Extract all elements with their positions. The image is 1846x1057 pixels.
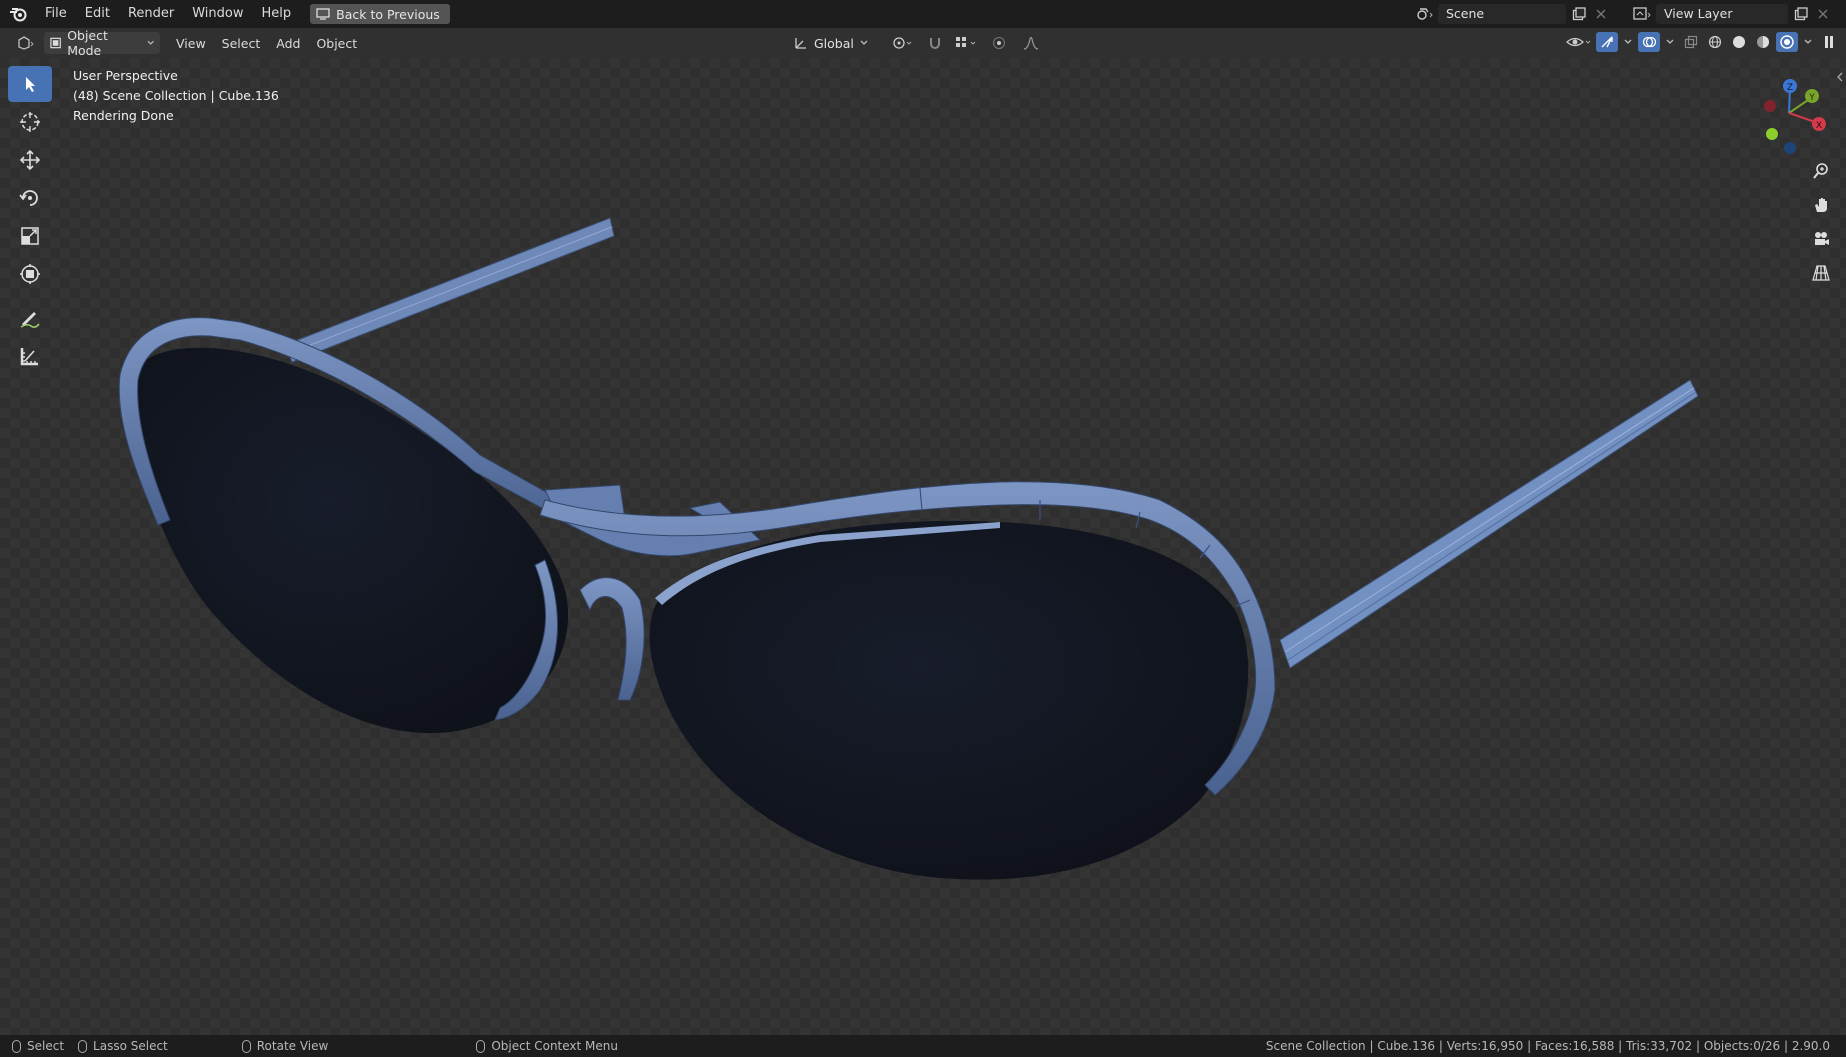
- cursor-icon: [20, 112, 40, 132]
- tool-shelf: [8, 66, 54, 376]
- chevron-down-icon: [147, 40, 154, 45]
- material-preview-icon[interactable]: [1752, 32, 1774, 52]
- solid-shading-icon[interactable]: [1728, 32, 1750, 52]
- status-bar: Select Lasso Select Rotate View Object C…: [0, 1035, 1846, 1057]
- mouse-left-icon: [12, 1039, 21, 1053]
- measure-icon: [20, 348, 38, 366]
- snap-toggle-icon[interactable]: [922, 33, 948, 53]
- object-mode-label: Object Mode: [67, 28, 108, 58]
- mouse-right-icon: [476, 1039, 486, 1053]
- editor-type-dropdown[interactable]: [10, 32, 40, 54]
- blender-logo-icon[interactable]: [0, 0, 36, 28]
- scale-tool[interactable]: [8, 218, 52, 254]
- pause-render-icon[interactable]: [1818, 32, 1840, 52]
- status-select: Select: [12, 1039, 64, 1053]
- pivot-point-icon[interactable]: [890, 33, 916, 53]
- annotate-tool[interactable]: [8, 300, 52, 336]
- gizmo-toggle-icon[interactable]: [1596, 32, 1618, 52]
- viewport-header: Object Mode View Select Add Object Globa…: [0, 28, 1846, 58]
- status-rotate: Rotate View: [241, 1039, 329, 1053]
- viewport-info: User Perspective (48) Scene Collection |…: [73, 66, 279, 126]
- wireframe-shading-icon[interactable]: [1704, 32, 1726, 52]
- scene-name-field[interactable]: Scene: [1438, 4, 1566, 24]
- annotate-icon: [20, 312, 40, 328]
- chevron-down-icon[interactable]: [1620, 32, 1636, 52]
- status-lasso-label: Lasso Select: [93, 1039, 168, 1053]
- chevron-down-icon: [860, 40, 868, 45]
- measure-tool[interactable]: [8, 338, 52, 374]
- select-box-icon: [26, 77, 35, 92]
- rendered-shading-icon[interactable]: [1776, 32, 1798, 52]
- move-tool[interactable]: [8, 142, 52, 178]
- delete-scene-icon[interactable]: [1592, 4, 1610, 24]
- menu-help[interactable]: Help: [253, 0, 301, 28]
- status-context-label: Object Context Menu: [491, 1039, 618, 1053]
- back-to-previous-label: Back to Previous: [336, 6, 440, 22]
- transform-orientation-dropdown[interactable]: Global: [788, 32, 884, 54]
- menu-file[interactable]: File: [36, 0, 76, 28]
- header-menu-view[interactable]: View: [168, 36, 214, 51]
- scene-selector: Scene: [1412, 3, 1610, 25]
- navigation-gizmo[interactable]: Z Y X: [1744, 68, 1834, 158]
- sunglasses-model: [118, 217, 1699, 880]
- select-box-tool[interactable]: [8, 66, 52, 102]
- status-context: Object Context Menu: [476, 1039, 618, 1053]
- menu-window[interactable]: Window: [183, 0, 252, 28]
- hand-pan-icon[interactable]: [1808, 192, 1834, 218]
- perspective-toggle-icon[interactable]: [1808, 260, 1834, 286]
- gizmo-axis-x: X: [1816, 121, 1822, 131]
- header-menu-add[interactable]: Add: [268, 36, 308, 51]
- status-rotate-label: Rotate View: [256, 1039, 329, 1053]
- delete-view-layer-icon[interactable]: [1814, 4, 1832, 24]
- 3d-viewport[interactable]: User Perspective (48) Scene Collection |…: [0, 58, 1846, 1035]
- view-layer-name-field[interactable]: View Layer: [1656, 4, 1788, 24]
- scale-icon: [21, 227, 39, 245]
- scene-statistics: Scene Collection | Cube.136 | Verts:16,9…: [1265, 1039, 1830, 1053]
- transform-icon: [20, 264, 40, 284]
- falloff-curve-icon[interactable]: [1018, 33, 1044, 53]
- visibility-eye-icon[interactable]: [1564, 32, 1594, 52]
- object-mode-dropdown[interactable]: Object Mode: [44, 28, 160, 58]
- scene-icon[interactable]: [1412, 4, 1438, 24]
- top-menu-bar: File Edit Render Window Help Back to Pre…: [0, 0, 1846, 28]
- camera-view-icon[interactable]: [1808, 226, 1834, 252]
- view-perspective-label: User Perspective: [73, 68, 178, 83]
- active-object-label: (48) Scene Collection | Cube.136: [73, 88, 279, 103]
- sidebar-toggle-icon[interactable]: [1836, 70, 1844, 84]
- render-status-label: Rendering Done: [73, 108, 174, 123]
- proportional-editing-icon[interactable]: [986, 33, 1012, 53]
- snap-increment-icon[interactable]: [954, 33, 980, 53]
- back-to-previous-button[interactable]: Back to Previous: [310, 4, 450, 24]
- view-layer-icon[interactable]: [1630, 4, 1656, 24]
- gizmo-axis-z: Z: [1787, 83, 1793, 93]
- rotate-tool[interactable]: [8, 180, 52, 216]
- status-lasso: Lasso Select: [78, 1039, 168, 1053]
- cursor-tool[interactable]: [8, 104, 52, 140]
- zoom-icon[interactable]: [1808, 158, 1834, 184]
- overlays-toggle-icon[interactable]: [1638, 32, 1660, 52]
- orientation-axes-icon: [795, 38, 806, 49]
- mouse-drag-icon: [78, 1039, 88, 1053]
- 3d-viewport-icon: [18, 36, 34, 50]
- object-mode-icon: [50, 37, 61, 49]
- new-scene-icon[interactable]: [1566, 4, 1592, 24]
- menu-render[interactable]: Render: [119, 0, 183, 28]
- transform-orientation-label: Global: [814, 35, 854, 51]
- menu-edit[interactable]: Edit: [76, 0, 119, 28]
- status-select-label: Select: [27, 1039, 65, 1053]
- view-layer-selector: View Layer: [1630, 3, 1832, 25]
- rotate-icon: [19, 190, 38, 206]
- chevron-down-icon[interactable]: [1662, 32, 1678, 52]
- new-view-layer-icon[interactable]: [1788, 4, 1814, 24]
- chevron-down-icon[interactable]: [1800, 32, 1816, 52]
- xray-toggle-icon[interactable]: [1680, 32, 1702, 52]
- screen-icon: [316, 8, 330, 20]
- gizmo-axis-y: Y: [1808, 93, 1815, 103]
- mouse-middle-icon: [241, 1039, 251, 1053]
- header-menu-select[interactable]: Select: [214, 36, 269, 51]
- transform-tool[interactable]: [8, 256, 52, 292]
- header-menu-object[interactable]: Object: [308, 36, 365, 51]
- move-icon: [19, 149, 41, 171]
